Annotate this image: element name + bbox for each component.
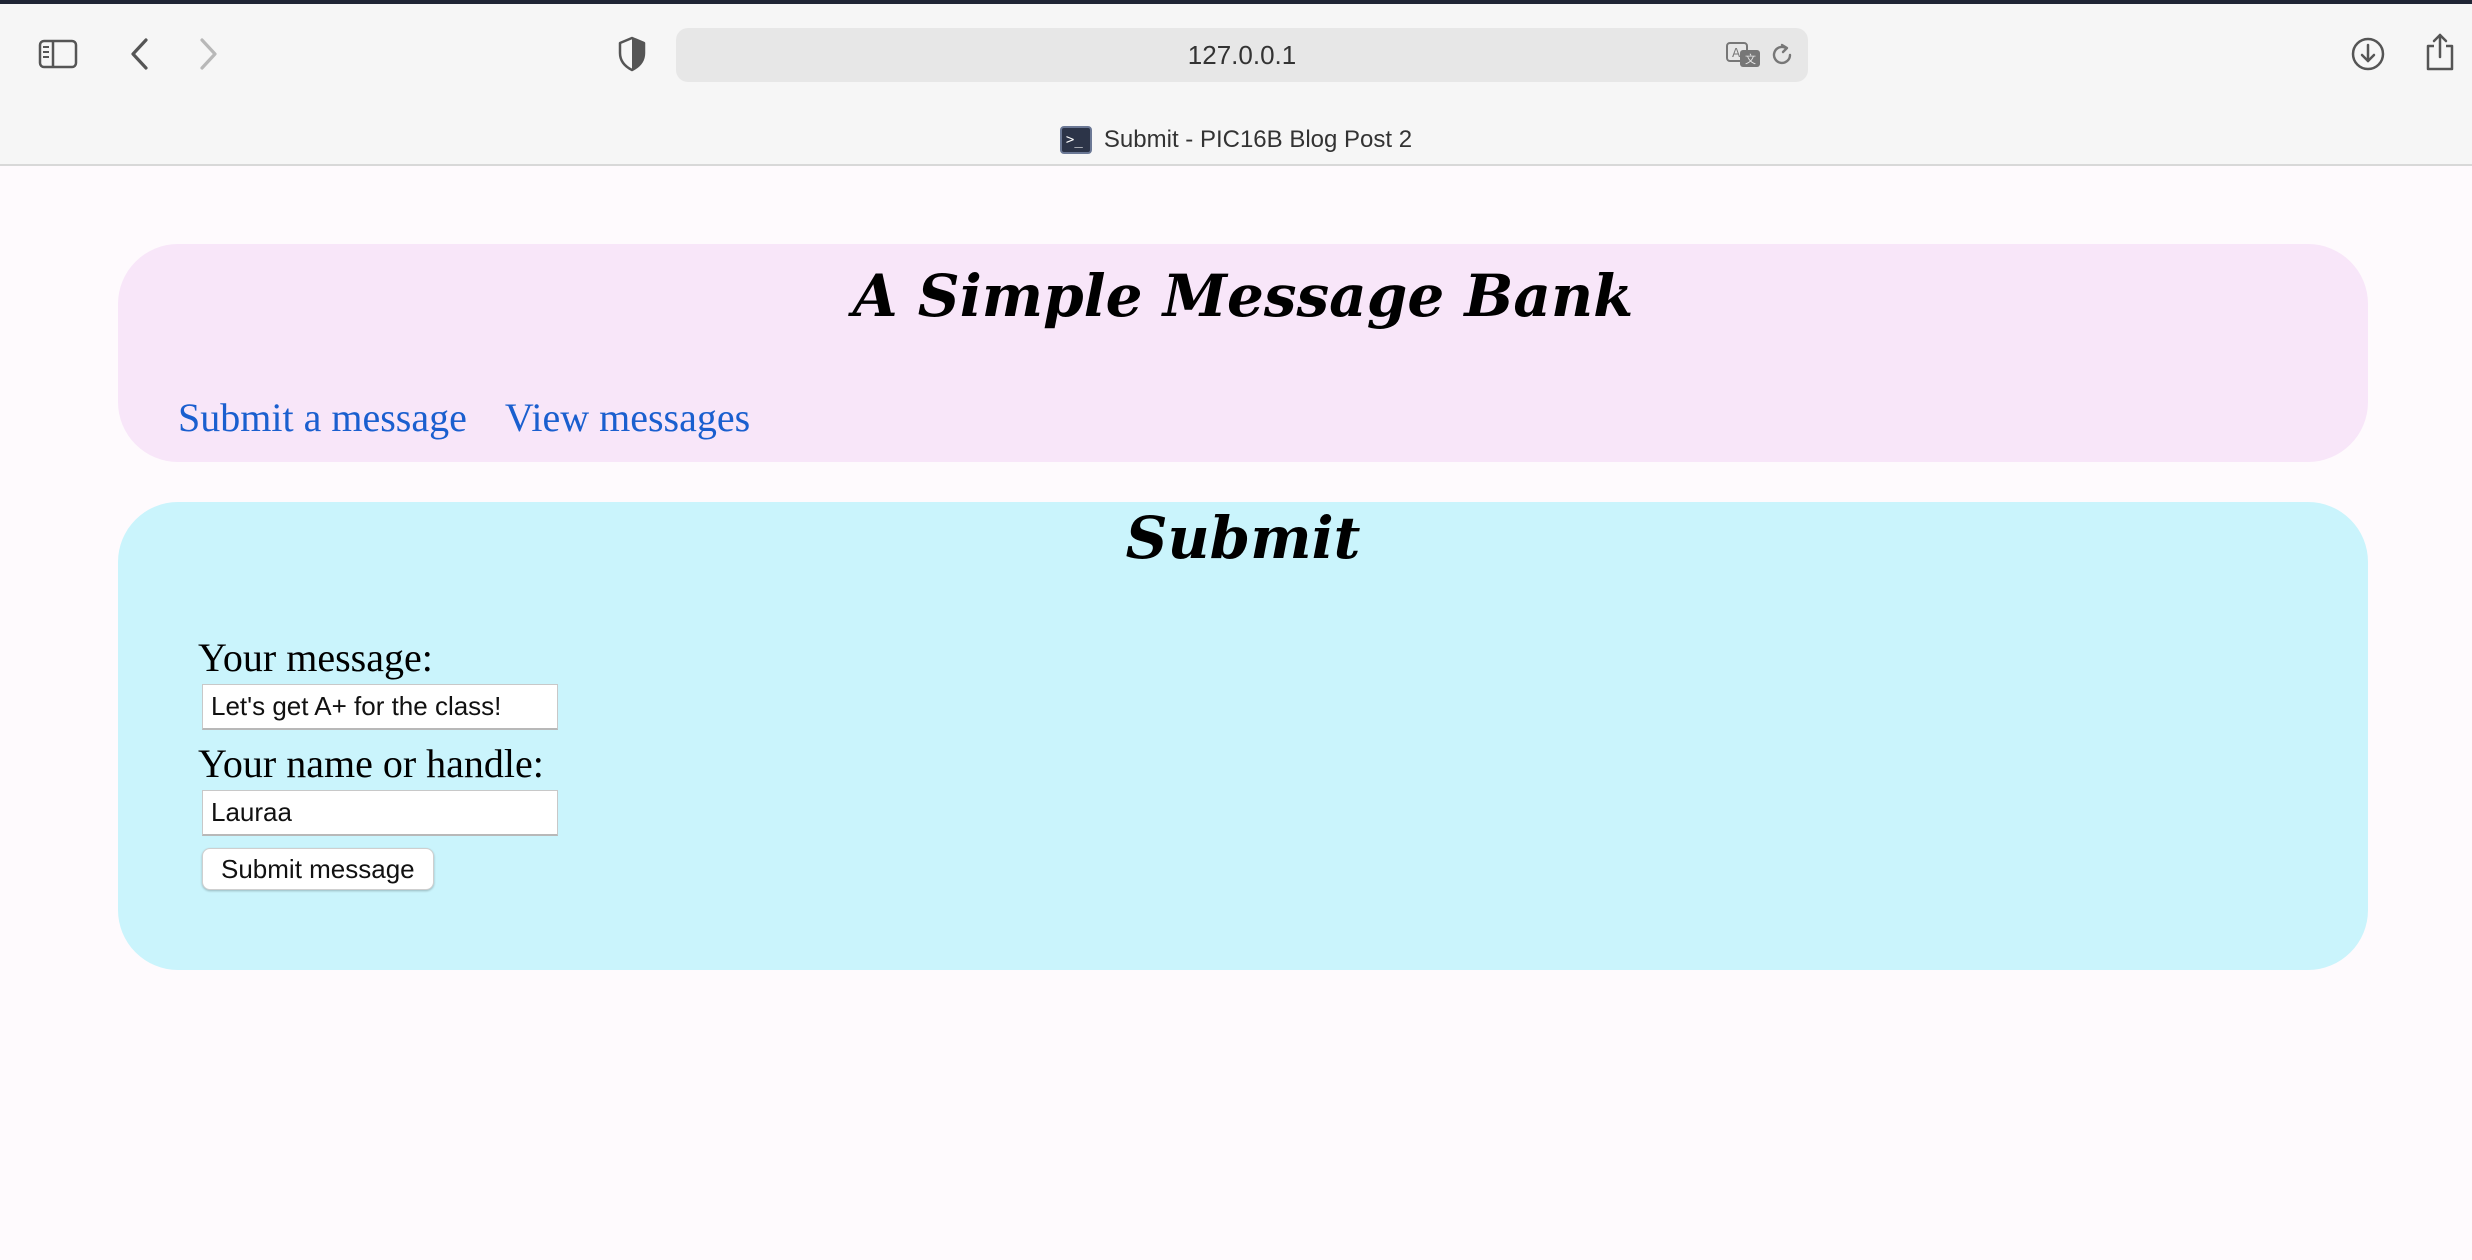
tab-title: Submit - PIC16B Blog Post 2	[1103, 126, 1413, 153]
site-title: A Simple Message Bank	[852, 262, 1634, 330]
download-icon[interactable]	[2340, 26, 2396, 82]
name-label: Your name or handle:	[198, 741, 544, 786]
svg-text:文: 文	[1745, 52, 1756, 66]
nav-link-submit[interactable]: Submit a message	[178, 394, 467, 441]
reload-icon[interactable]	[1764, 37, 1800, 73]
site-nav: Submit a message View messages	[178, 394, 750, 441]
message-label: Your message:	[198, 635, 433, 680]
translate-icon[interactable]: A 文	[1726, 37, 1762, 73]
name-input[interactable]	[202, 790, 558, 836]
svg-text:A: A	[1732, 46, 1741, 60]
submit-message-button[interactable]: Submit message	[202, 848, 434, 890]
shield-icon[interactable]	[604, 26, 660, 82]
message-form: Your message: Your name or handle: Submi…	[198, 636, 558, 890]
browser-tab[interactable]: >_ Submit - PIC16B Blog Post 2	[0, 116, 2472, 164]
page-content: A Simple Message Bank Submit a message V…	[0, 166, 2472, 1260]
chevron-left-icon[interactable]	[112, 26, 168, 82]
terminal-icon: >_	[1059, 126, 1092, 154]
address-bar[interactable]: 127.0.0.1 A 文	[676, 28, 1808, 82]
nav-link-view[interactable]: View messages	[505, 394, 750, 441]
browser-toolbar: 127.0.0.1 A 文 >_ Submit - PIC16B Blog Po…	[0, 4, 2472, 166]
submit-section: Submit Your message: Your name or handle…	[118, 502, 2368, 970]
message-input[interactable]	[202, 684, 558, 730]
address-text: 127.0.0.1	[1187, 39, 1297, 70]
chevron-right-icon[interactable]	[180, 26, 236, 82]
share-icon[interactable]	[2412, 24, 2468, 80]
section-title: Submit	[1125, 504, 1361, 572]
site-header: A Simple Message Bank Submit a message V…	[118, 244, 2368, 462]
sidebar-icon[interactable]	[30, 26, 86, 82]
